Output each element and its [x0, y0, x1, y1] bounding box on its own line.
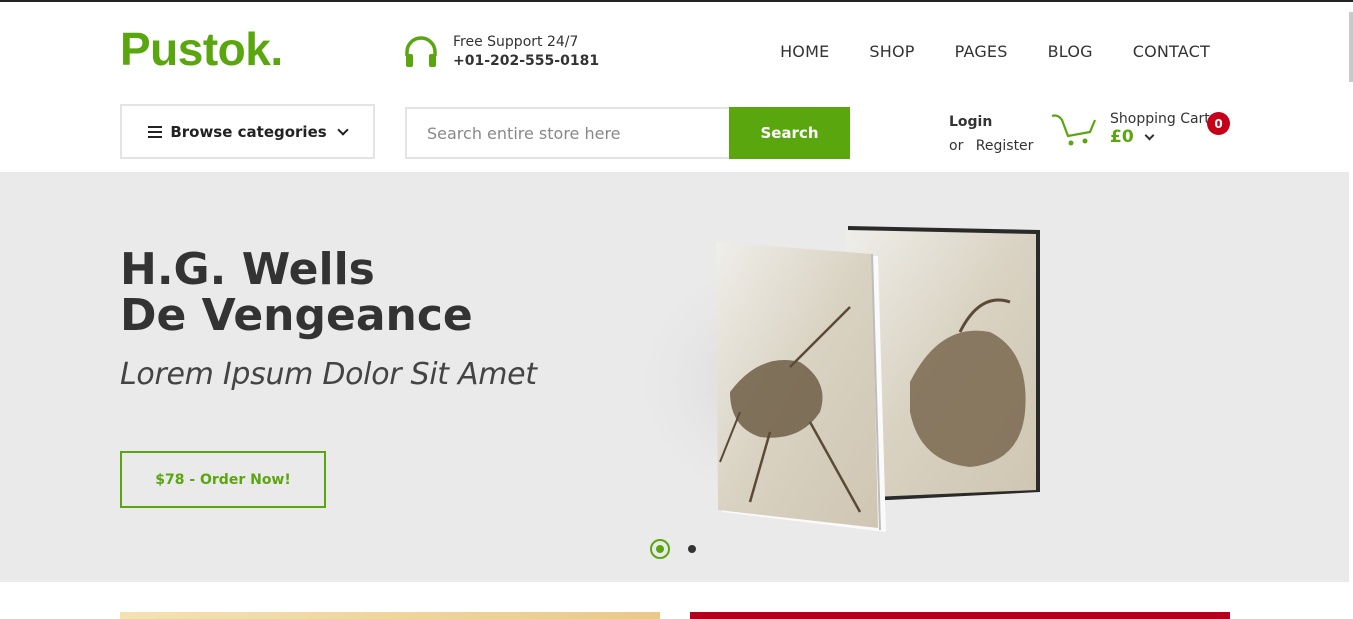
menu-icon	[148, 125, 163, 138]
order-now-button[interactable]: $78 - Order Now!	[120, 451, 326, 508]
account-links: Login or Register	[949, 110, 1033, 158]
nav-shop[interactable]: SHOP	[869, 42, 914, 61]
login-link[interactable]: Login	[949, 110, 1033, 134]
support-phone: +01-202-555-0181	[453, 53, 600, 69]
shopping-cart[interactable]: Shopping Cart £0 0	[1050, 110, 1230, 148]
chevron-down-icon	[337, 123, 349, 136]
nav-contact[interactable]: CONTACT	[1133, 42, 1210, 61]
logo[interactable]: Pustok.	[120, 26, 283, 72]
nav-blog[interactable]: BLOG	[1048, 42, 1093, 61]
scrollbar[interactable]	[1349, 2, 1353, 619]
hero-title-line2: De Vengeance	[120, 290, 473, 341]
hero-title: H.G. Wells De Vengeance	[120, 247, 473, 339]
promo-banner-right[interactable]	[690, 612, 1230, 619]
search-input[interactable]	[405, 107, 729, 159]
register-link[interactable]: Register	[976, 138, 1034, 154]
hero-title-line1: H.G. Wells	[120, 244, 375, 295]
browse-categories-button[interactable]: Browse categories	[120, 104, 375, 159]
main-nav: HOME SHOP PAGES BLOG CONTACT	[780, 42, 1210, 61]
promo-banner-left[interactable]	[120, 612, 660, 619]
browse-categories-label: Browse categories	[170, 122, 327, 141]
cart-count-badge: 0	[1207, 112, 1230, 135]
hero-subtitle: Lorem Ipsum Dolor Sit Amet	[120, 357, 537, 392]
slider-dots	[650, 539, 696, 559]
support-label: Free Support 24/7	[453, 34, 579, 50]
nav-pages[interactable]: PAGES	[955, 42, 1008, 61]
cart-label: Shopping Cart	[1110, 111, 1210, 127]
search-bar: Search	[405, 107, 850, 159]
cart-icon	[1051, 114, 1097, 146]
slider-dot-2[interactable]	[688, 545, 696, 553]
headphones-icon	[405, 36, 437, 67]
chevron-down-icon[interactable]	[1144, 130, 1155, 140]
cart-total: £0	[1110, 127, 1134, 147]
slider-dot-1[interactable]	[650, 539, 670, 559]
search-button[interactable]: Search	[729, 107, 850, 159]
hero-slider: H.G. Wells De Vengeance Lorem Ipsum Dolo…	[0, 172, 1349, 582]
nav-home[interactable]: HOME	[780, 42, 829, 61]
scrollbar-thumb[interactable]	[1349, 12, 1353, 82]
support-info: Free Support 24/7 +01-202-555-0181	[403, 33, 599, 71]
or-text: or	[949, 138, 964, 154]
book-image	[620, 226, 1040, 532]
